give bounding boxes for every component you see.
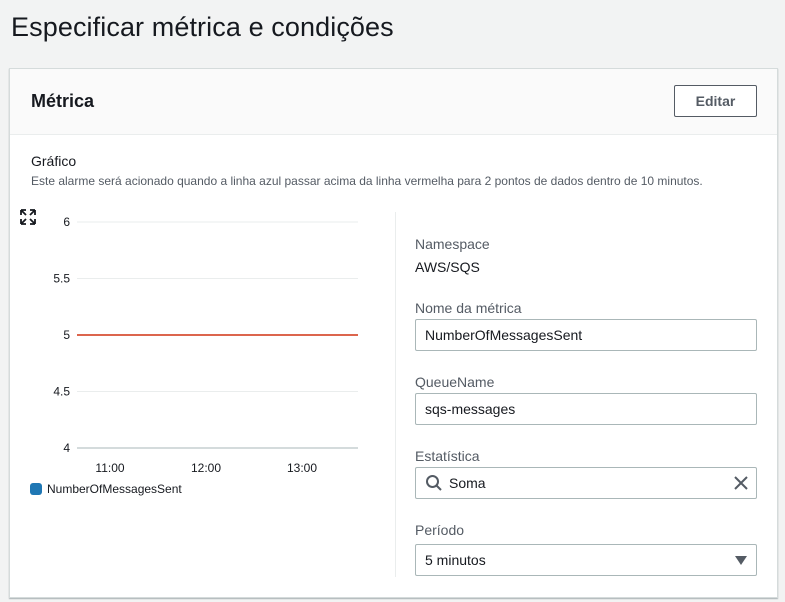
search-icon bbox=[426, 475, 442, 491]
period-label: Período bbox=[415, 522, 465, 538]
statistic-value: Soma bbox=[449, 475, 486, 491]
metric-chart: 6 5.5 5 4.5 4 11:00 12:00 13:00 bbox=[20, 209, 380, 509]
y-tick-label: 4 bbox=[63, 441, 70, 455]
namespace-value: AWS/SQS bbox=[415, 259, 480, 275]
queue-name-value: sqs-messages bbox=[425, 401, 516, 417]
close-icon[interactable] bbox=[733, 475, 749, 491]
x-tick-label: 12:00 bbox=[191, 461, 221, 475]
column-divider bbox=[395, 212, 396, 577]
panel-header: Métrica Editar bbox=[10, 69, 777, 135]
period-select[interactable]: 5 minutos bbox=[415, 544, 757, 576]
page-title: Especificar métrica e condições bbox=[11, 12, 394, 42]
metric-name-value: NumberOfMessagesSent bbox=[425, 327, 583, 343]
chart-legend[interactable]: NumberOfMessagesSent bbox=[30, 482, 182, 496]
caret-down-icon bbox=[735, 556, 747, 565]
namespace-label: Namespace bbox=[415, 236, 490, 252]
edit-button[interactable]: Editar bbox=[674, 85, 757, 117]
graph-description: Este alarme será acionado quando a linha… bbox=[31, 174, 703, 188]
period-value: 5 minutos bbox=[425, 552, 486, 568]
panel-title: Métrica bbox=[31, 91, 95, 111]
statistic-label: Estatística bbox=[415, 448, 480, 464]
queue-name-field[interactable]: sqs-messages bbox=[415, 393, 757, 425]
y-tick-label: 4.5 bbox=[53, 385, 70, 399]
legend-swatch bbox=[30, 483, 42, 495]
metric-name-label: Nome da métrica bbox=[415, 300, 522, 316]
x-tick-label: 13:00 bbox=[287, 461, 317, 475]
expand-icon[interactable] bbox=[20, 209, 36, 225]
queue-name-label: QueueName bbox=[415, 374, 495, 390]
y-tick-label: 5.5 bbox=[53, 272, 70, 286]
metric-panel: Métrica Editar Gráfico Este alarme será … bbox=[9, 68, 778, 598]
metric-name-field[interactable]: NumberOfMessagesSent bbox=[415, 319, 757, 351]
x-tick-label: 11:00 bbox=[95, 461, 124, 475]
y-tick-label: 5 bbox=[63, 328, 70, 342]
y-tick-label: 6 bbox=[63, 215, 70, 229]
graph-title: Gráfico bbox=[31, 153, 77, 169]
chart-svg: 6 5.5 5 4.5 4 11:00 12:00 13:00 bbox=[53, 215, 358, 475]
statistic-search-field[interactable]: Soma bbox=[415, 467, 757, 499]
legend-label: NumberOfMessagesSent bbox=[47, 482, 182, 496]
